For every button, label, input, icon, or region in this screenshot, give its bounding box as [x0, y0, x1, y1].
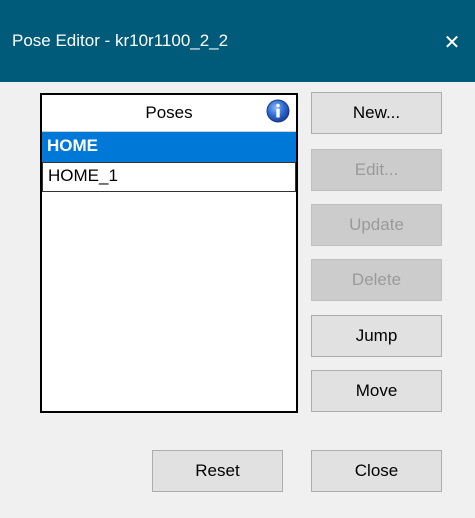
close-icon[interactable]: ✕	[438, 30, 466, 54]
move-button[interactable]: Move	[311, 370, 442, 412]
poses-header-label: Poses	[145, 103, 193, 122]
window-title: Pose Editor - kr10r1100_2_2	[12, 31, 229, 50]
poses-listbox[interactable]: Poses HOME HOME_1	[40, 93, 298, 413]
edit-button[interactable]: Edit...	[311, 149, 442, 191]
jump-button[interactable]: Jump	[311, 315, 442, 357]
update-button[interactable]: Update	[311, 204, 442, 246]
delete-button[interactable]: Delete	[311, 259, 442, 301]
list-item-home[interactable]: HOME	[42, 132, 296, 162]
title-bar: Pose Editor - kr10r1100_2_2 ✕	[0, 0, 475, 82]
poses-list-header: Poses	[42, 95, 296, 132]
new-button[interactable]: New...	[311, 92, 442, 134]
close-button[interactable]: Close	[311, 450, 442, 492]
info-icon[interactable]	[266, 99, 290, 123]
pose-editor-window: Pose Editor - kr10r1100_2_2 ✕ Poses HOME…	[0, 0, 475, 518]
list-item-home-1[interactable]: HOME_1	[42, 162, 296, 192]
reset-button[interactable]: Reset	[152, 450, 283, 492]
